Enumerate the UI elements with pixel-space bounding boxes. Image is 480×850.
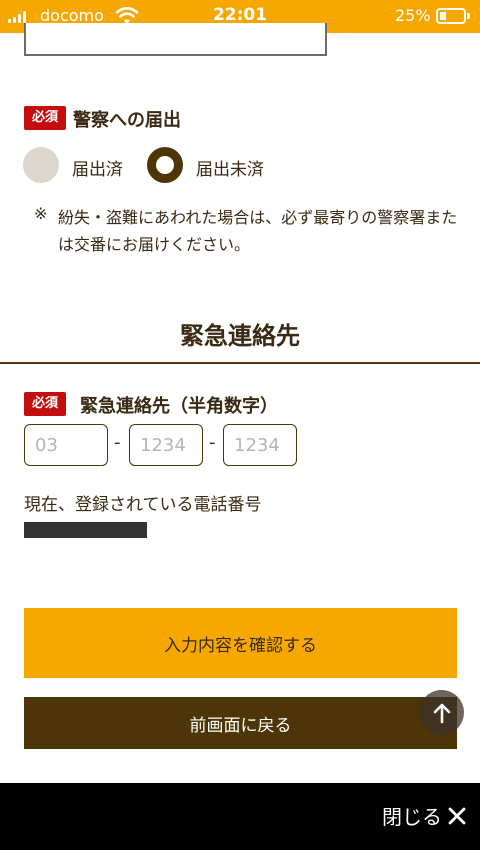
battery-percentage: 25% xyxy=(395,6,431,25)
radio-label-not-reported[interactable]: 届出未済 xyxy=(196,155,264,180)
signal-strength-icon xyxy=(8,11,26,23)
scroll-to-top-button[interactable] xyxy=(419,690,464,735)
police-report-label: 警察への届出 xyxy=(73,110,181,131)
bottom-bar: 閉じる xyxy=(0,783,480,850)
battery-icon xyxy=(436,8,470,24)
confirm-input-button[interactable]: 入力内容を確認する xyxy=(24,608,457,678)
police-report-note: 紛失・盗難にあわれた場合は、必ず最寄りの警察署または交番にお届けください。 xyxy=(58,208,458,254)
radio-button-unselected[interactable] xyxy=(23,147,59,183)
back-button[interactable]: 前画面に戻る xyxy=(24,697,457,749)
phone-part1-input[interactable] xyxy=(24,424,108,466)
note-mark: ※ xyxy=(34,204,48,223)
radio-label-reported[interactable]: 届出済 xyxy=(72,155,123,180)
required-badge: 必須 xyxy=(24,392,66,416)
phone-part2-input[interactable] xyxy=(129,424,203,466)
section-divider xyxy=(0,362,480,364)
current-phone-label: 現在、登録されている電話番号 xyxy=(24,495,262,515)
arrow-up-icon xyxy=(433,703,450,723)
section-title: 緊急連絡先 xyxy=(180,322,300,350)
close-icon[interactable] xyxy=(448,807,466,825)
phone-separator: - xyxy=(114,432,121,453)
phone-part3-input[interactable] xyxy=(223,424,297,466)
close-label[interactable]: 閉じる xyxy=(382,801,442,830)
close-button[interactable]: 閉じる xyxy=(382,801,466,830)
previous-input-field[interactable] xyxy=(24,23,327,56)
radio-button-selected[interactable] xyxy=(147,147,183,183)
emergency-contact-label: 緊急連絡先（半角数字） xyxy=(80,396,278,417)
phone-separator: - xyxy=(209,432,216,453)
redacted-phone-number xyxy=(24,522,147,538)
required-badge: 必須 xyxy=(24,106,66,130)
